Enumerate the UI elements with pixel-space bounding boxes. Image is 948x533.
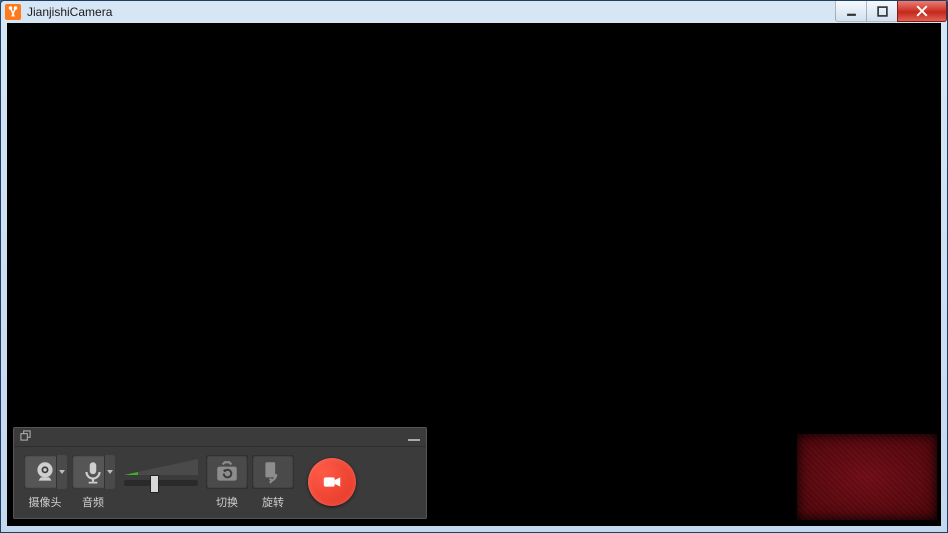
- switch-control: 切换: [206, 455, 248, 508]
- caption-buttons: [836, 1, 947, 21]
- minimize-button[interactable]: [835, 1, 867, 22]
- panel-header[interactable]: [14, 428, 426, 447]
- record-button[interactable]: [308, 458, 356, 506]
- volume-thumb[interactable]: [150, 475, 159, 493]
- titlebar[interactable]: JianjishiCamera: [1, 1, 947, 23]
- video-viewport: 摄像头 音频: [7, 23, 941, 526]
- panel-minimize-icon[interactable]: [408, 433, 420, 441]
- microphone-icon: [80, 459, 106, 485]
- volume-meter-icon: [124, 458, 198, 476]
- switch-button[interactable]: [206, 455, 248, 489]
- rotate-button[interactable]: [252, 455, 294, 489]
- undock-icon[interactable]: [20, 428, 31, 446]
- camera-button[interactable]: [24, 455, 66, 489]
- panel-body: 摄像头 音频: [14, 447, 426, 518]
- video-record-icon: [321, 471, 343, 493]
- camera-dropdown[interactable]: [56, 455, 67, 489]
- webcam-icon: [32, 459, 58, 485]
- switch-label: 切换: [216, 494, 238, 508]
- preview-thumbnail[interactable]: [797, 434, 937, 520]
- close-button[interactable]: [897, 1, 947, 22]
- volume-control: [120, 458, 202, 505]
- audio-label: 音频: [82, 494, 104, 508]
- rotate-control: 旋转: [252, 455, 294, 508]
- maximize-button[interactable]: [866, 1, 898, 22]
- window-title: JianjishiCamera: [27, 5, 112, 19]
- audio-dropdown[interactable]: [104, 455, 115, 489]
- camera-control: 摄像头: [24, 455, 66, 508]
- app-icon: [5, 4, 21, 20]
- switch-camera-icon: [214, 459, 240, 485]
- app-window: JianjishiCamera: [0, 0, 948, 533]
- rotate-label: 旋转: [262, 494, 284, 508]
- audio-button[interactable]: [72, 455, 114, 489]
- rotate-icon: [260, 459, 286, 485]
- camera-label: 摄像头: [29, 494, 62, 508]
- audio-control: 音频: [72, 455, 114, 508]
- control-panel: 摄像头 音频: [13, 427, 427, 519]
- volume-slider[interactable]: [124, 480, 198, 486]
